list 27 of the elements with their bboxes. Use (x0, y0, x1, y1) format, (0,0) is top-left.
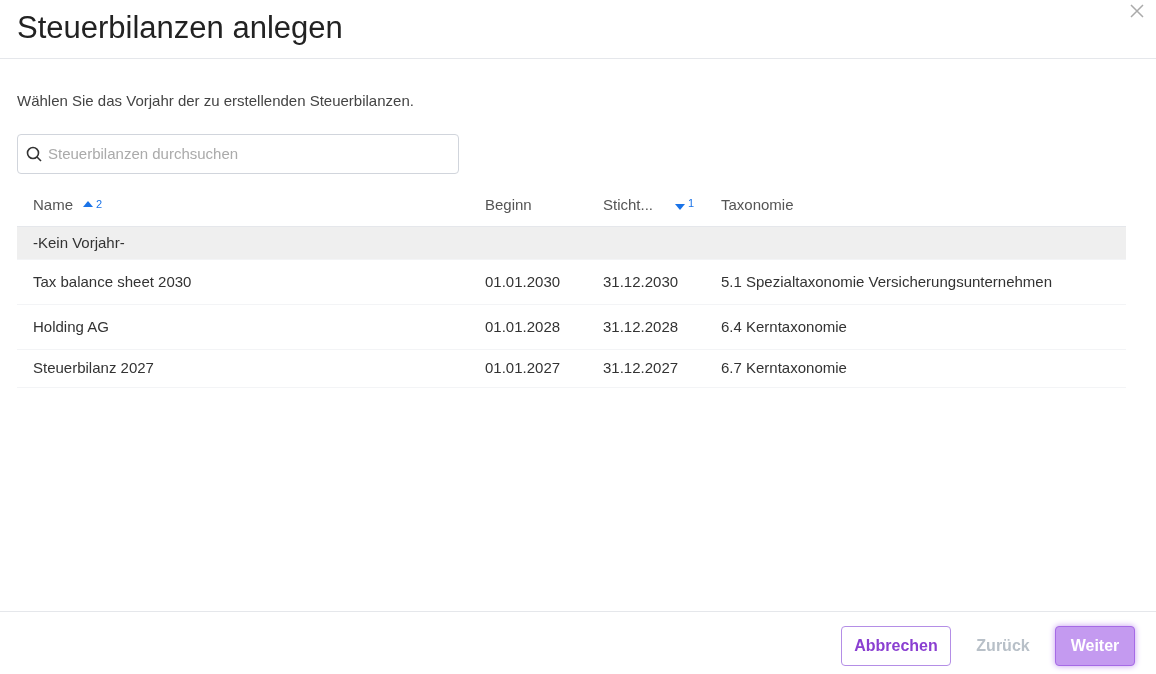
close-icon (1130, 4, 1144, 18)
table-cell: 01.01.2027 (485, 359, 561, 376)
table-cell: 31.12.2028 (603, 317, 679, 335)
search-field[interactable]: Steuerbilanzen durchsuchen (17, 133, 459, 174)
table-cell: 01.01.2028 (485, 317, 561, 335)
table-cell: 5.1 Spezialtaxonomie Versicherungsunternehmen (721, 272, 1053, 290)
column-header[interactable]: Taxonomie (721, 194, 794, 217)
table-cell: 01.01.2030 (485, 272, 561, 290)
sort-order-number: 1 (688, 196, 695, 212)
table-cell: 6.4 Kerntaxonomie (721, 317, 847, 335)
sort-order-number: 2 (96, 196, 103, 212)
column-header[interactable]: Sticht... (603, 194, 654, 217)
column-header[interactable]: Name (33, 194, 73, 217)
table-cell: -Kein Vorjahr- (33, 233, 125, 251)
table-row[interactable]: -Kein Vorjahr- (17, 226, 1126, 260)
table-cell: Tax balance sheet 2030 (33, 272, 192, 290)
close-button[interactable] (1130, 4, 1144, 18)
dialog-title: Steuerbilanzen anlegen (17, 9, 343, 47)
instruction-text: Wählen Sie das Vorjahr der zu erstellenden Steuerbilanzen. (17, 91, 415, 111)
dialog-button[interactable]: Abbrechen (841, 626, 951, 666)
table-cell: Steuerbilanz 2027 (33, 359, 154, 376)
table-cell: 31.12.2027 (603, 359, 679, 376)
table-cell: 6.7 Kerntaxonomie (721, 359, 847, 376)
table-cell: 31.12.2030 (603, 272, 679, 290)
column-header[interactable]: Beginn (485, 194, 532, 217)
table-cell: Holding AG (33, 317, 109, 335)
search-icon (26, 145, 42, 162)
